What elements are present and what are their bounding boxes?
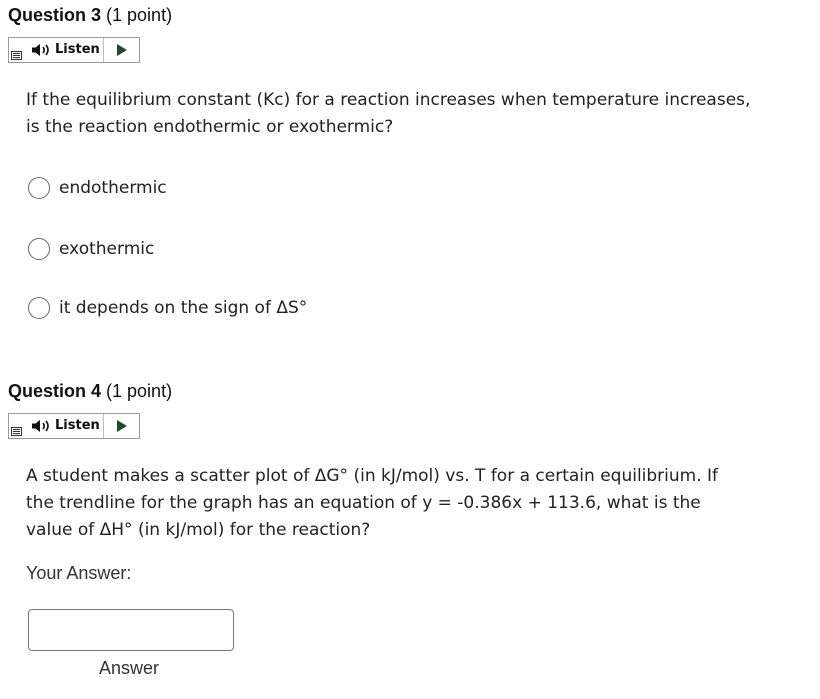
question-3-heading: Question 3 (1 point) bbox=[8, 5, 172, 26]
option-label[interactable]: endothermic bbox=[59, 178, 167, 198]
menu-icon[interactable] bbox=[11, 51, 22, 60]
listen-label: Listen bbox=[55, 418, 100, 433]
question-3-prompt: If the equilibrium constant (Kc) for a r… bbox=[26, 90, 751, 137]
speaker-icon bbox=[32, 44, 49, 56]
answer-input[interactable] bbox=[28, 609, 234, 651]
speaker-icon bbox=[32, 420, 49, 432]
listen-button[interactable]: Listen bbox=[8, 413, 140, 439]
divider bbox=[103, 38, 104, 62]
question-number: Question 3 bbox=[8, 5, 102, 25]
question-points: (1 point) bbox=[106, 381, 173, 401]
play-icon[interactable] bbox=[117, 420, 127, 432]
answer-caption: Answer bbox=[99, 658, 160, 678]
radio-button[interactable] bbox=[28, 177, 50, 199]
question-number: Question 4 bbox=[8, 381, 102, 401]
listen-button[interactable]: Listen bbox=[8, 37, 140, 63]
divider bbox=[103, 414, 104, 438]
listen-label: Listen bbox=[55, 42, 100, 57]
option-label[interactable]: it depends on the sign of ΔS° bbox=[59, 298, 307, 318]
question-4-prompt: A student makes a scatter plot of ΔG° (i… bbox=[26, 466, 719, 540]
question-points: (1 point) bbox=[106, 5, 173, 25]
play-icon[interactable] bbox=[117, 44, 127, 56]
option-label[interactable]: exothermic bbox=[59, 239, 154, 259]
your-answer-label: Your Answer: bbox=[26, 563, 132, 583]
radio-button[interactable] bbox=[28, 297, 50, 319]
question-4-heading: Question 4 (1 point) bbox=[8, 381, 172, 402]
menu-icon[interactable] bbox=[11, 427, 22, 436]
radio-button[interactable] bbox=[28, 238, 50, 260]
